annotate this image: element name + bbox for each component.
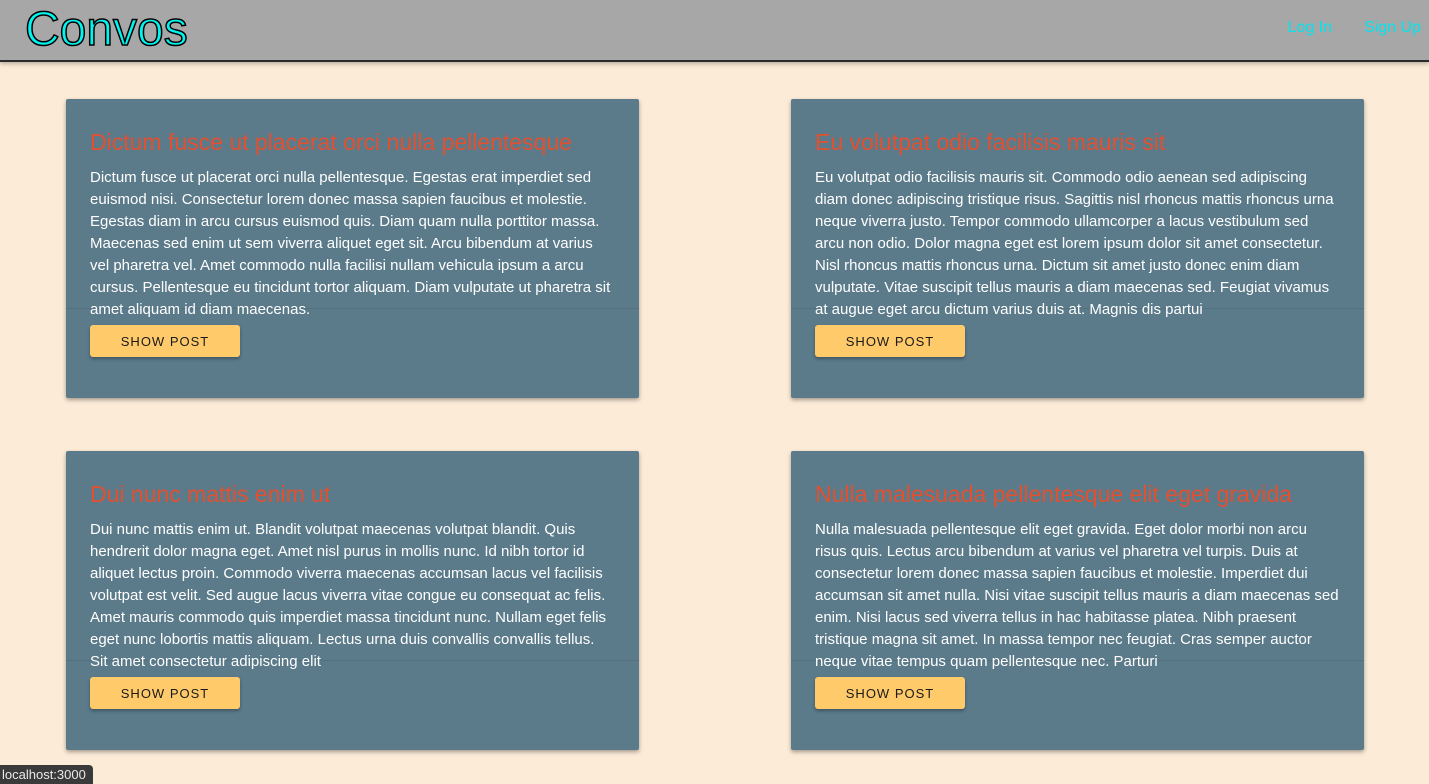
login-link[interactable]: Log In [1288, 19, 1332, 37]
post-title: Dictum fusce ut placerat orci nulla pell… [90, 129, 572, 155]
nav-links: Log In Sign Up [1288, 19, 1421, 37]
status-bar-url: localhost:3000 [0, 765, 93, 784]
show-post-button[interactable]: SHOW POST [90, 677, 240, 709]
navbar: Convos Log In Sign Up [0, 0, 1429, 62]
post-excerpt: Dictum fusce ut placerat orci nulla pell… [90, 169, 611, 318]
brand-logo[interactable]: Convos [24, 2, 188, 58]
post-title: Eu volutpat odio facilisis mauris sit [815, 129, 1166, 155]
post-excerpt: Nulla malesuada pellentesque elit eget g… [815, 521, 1339, 670]
post-excerpt: Eu volutpat odio facilisis mauris sit. C… [815, 169, 1334, 318]
card-content: Dui nunc mattis enim ut Dui nunc mattis … [66, 451, 639, 670]
post-excerpt: Dui nunc mattis enim ut. Blandit volutpa… [90, 521, 607, 670]
post-card: Dui nunc mattis enim ut Dui nunc mattis … [66, 451, 639, 750]
post-card: Nulla malesuada pellentesque elit eget g… [791, 451, 1364, 750]
show-post-button[interactable]: SHOW POST [815, 325, 965, 357]
signup-link[interactable]: Sign Up [1364, 19, 1421, 37]
show-post-button[interactable]: SHOW POST [815, 677, 965, 709]
show-post-button[interactable]: SHOW POST [90, 325, 240, 357]
card-content: Nulla malesuada pellentesque elit eget g… [791, 451, 1364, 670]
card-content: Dictum fusce ut placerat orci nulla pell… [66, 99, 639, 318]
post-title: Nulla malesuada pellentesque elit eget g… [815, 481, 1292, 507]
post-card: Dictum fusce ut placerat orci nulla pell… [66, 99, 639, 398]
post-card: Eu volutpat odio facilisis mauris sit Eu… [791, 99, 1364, 398]
card-content: Eu volutpat odio facilisis mauris sit Eu… [791, 99, 1364, 318]
post-title: Dui nunc mattis enim ut [90, 481, 331, 507]
